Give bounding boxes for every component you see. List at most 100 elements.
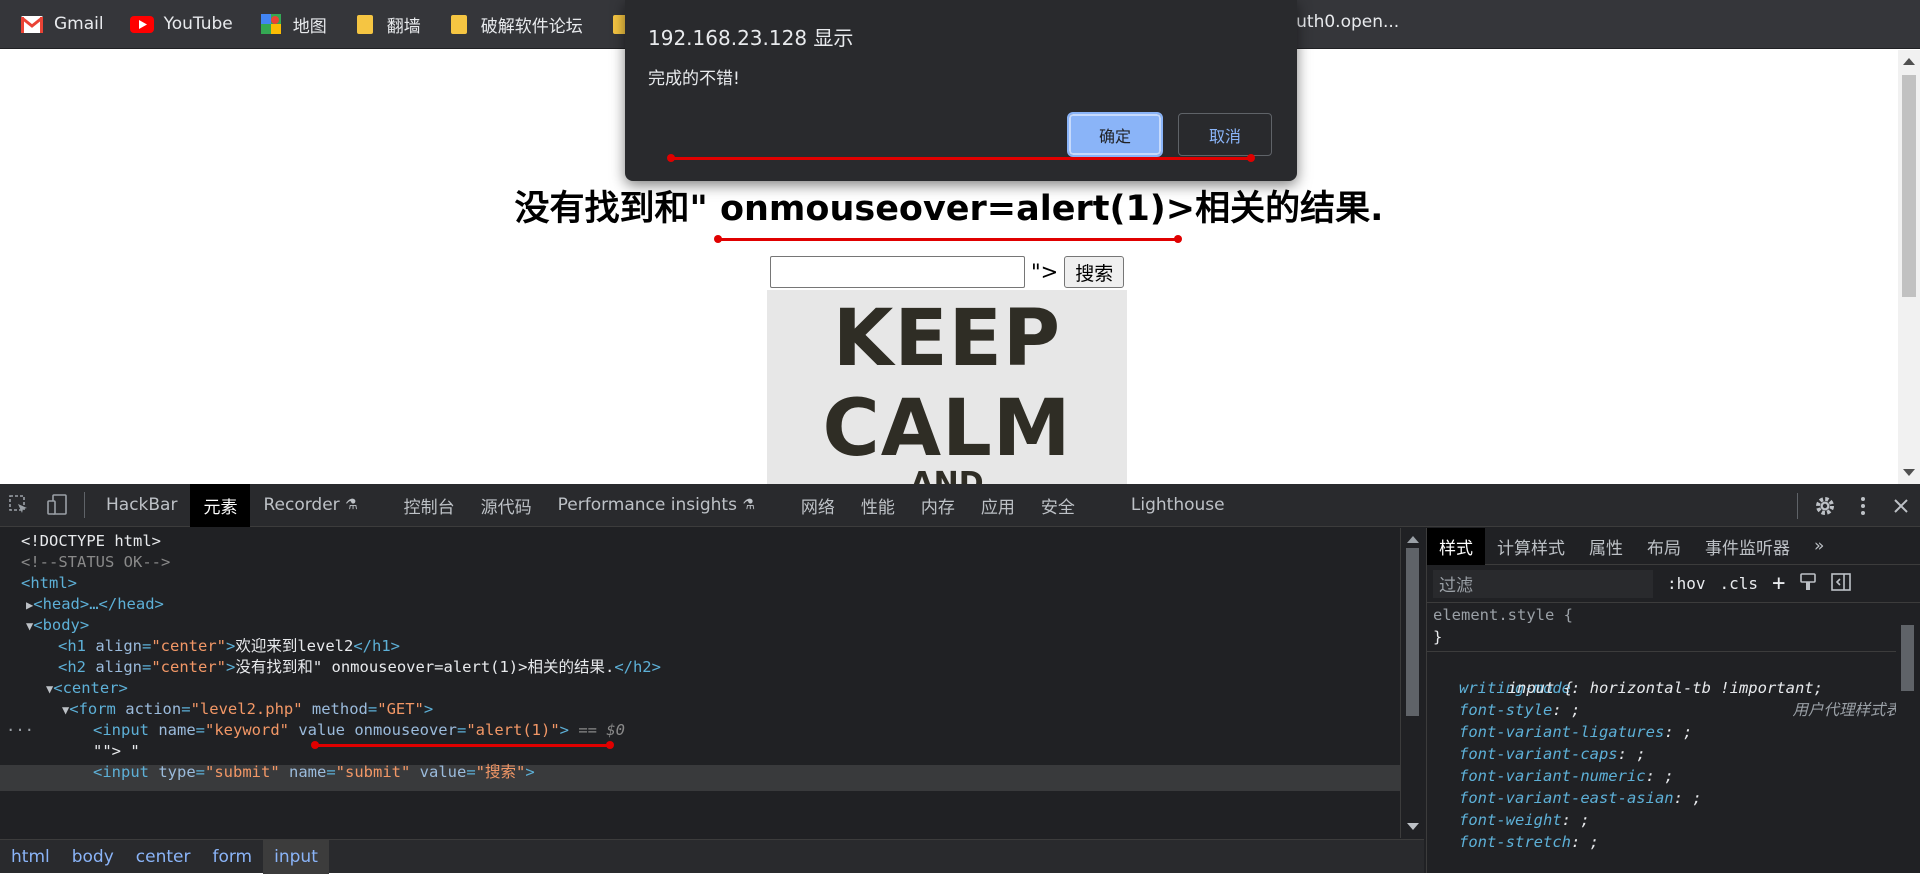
scroll-thumb[interactable]	[1406, 548, 1419, 716]
poster-line: KEEP	[832, 294, 1062, 384]
injected-text: ">	[1031, 260, 1059, 284]
poster-line: AND	[910, 466, 984, 485]
tab-properties[interactable]: 属性	[1577, 528, 1635, 565]
dom-node-input-selected[interactable]: <input name="keyword" value onmouseover=…	[93, 717, 625, 743]
tab-security[interactable]: 安全	[1028, 484, 1088, 527]
bookmark-youtube[interactable]: YouTube	[129, 14, 233, 34]
dialog-title: 192.168.23.128 显示	[648, 26, 854, 50]
css-property[interactable]: font-stretch: ;	[1427, 831, 1897, 853]
breadcrumb-body[interactable]: body	[61, 840, 125, 874]
annotation-underline	[714, 235, 1182, 243]
bookmark-label: 翻墙	[386, 16, 421, 37]
keyword-input[interactable]	[770, 256, 1025, 288]
css-property[interactable]: font-variant-east-asian: ;	[1427, 787, 1897, 809]
breadcrumb-input[interactable]: input	[263, 839, 329, 874]
alert-dialog: 192.168.23.128 显示 完成的不错! 确定 取消	[625, 0, 1297, 181]
tab-memory[interactable]: 内存	[908, 484, 968, 527]
close-icon[interactable]	[1882, 484, 1920, 527]
dialog-ok-button[interactable]: 确定	[1067, 112, 1163, 157]
dom-node[interactable]: <h2 align="center">没有找到和" onmouseover=al…	[58, 654, 661, 680]
element-style-selector[interactable]: element.style {	[1427, 604, 1897, 626]
head-node: <head>…</head>	[33, 595, 164, 613]
tab-network[interactable]: 网络	[788, 484, 848, 527]
bookmark-gmail[interactable]: Gmail	[20, 14, 104, 34]
tab-computed[interactable]: 计算样式	[1485, 528, 1577, 565]
styles-filter-bar: 过滤 :hov .cls +	[1427, 565, 1920, 603]
tab-hackbar[interactable]: HackBar	[93, 484, 190, 527]
search-form: "> 搜索	[770, 256, 1125, 288]
form-method: "GET"	[377, 700, 424, 718]
dialog-message: 完成的不错!	[648, 69, 740, 89]
gmail-icon	[20, 14, 44, 34]
filter-input[interactable]: 过滤	[1433, 569, 1653, 598]
css-property[interactable]: font-variant-ligatures: ;	[1427, 721, 1897, 743]
tab-recorder[interactable]: Recorder ⚗	[250, 484, 370, 527]
add-rule-icon[interactable]: +	[1772, 571, 1785, 596]
cls-toggle[interactable]: .cls	[1720, 574, 1759, 593]
annotation-underline	[667, 154, 1255, 162]
breadcrumb-form[interactable]: form	[201, 840, 263, 874]
bookmark-folder-fanqiang[interactable]: 翻墙	[353, 12, 421, 37]
styles-scrollbar[interactable]	[1896, 605, 1920, 873]
tab-styles[interactable]: 样式	[1427, 527, 1485, 565]
css-property[interactable]: font-variant-caps: ;	[1427, 743, 1897, 765]
more-tabs-icon[interactable]: »	[1802, 528, 1836, 565]
hov-toggle[interactable]: :hov	[1667, 574, 1706, 593]
tab-application[interactable]: 应用	[968, 484, 1028, 527]
toggle-sidebar-icon[interactable]	[1831, 572, 1852, 595]
tab-performance[interactable]: 性能	[848, 484, 908, 527]
scroll-thumb[interactable]	[1902, 75, 1916, 297]
breadcrumb-html[interactable]: html	[0, 840, 61, 874]
selected-marker: == $0	[578, 721, 626, 739]
scroll-down-arrow-icon[interactable]	[1407, 823, 1419, 830]
scroll-down-arrow-icon[interactable]	[1903, 469, 1915, 476]
submit-type: "submit"	[205, 763, 280, 781]
bookmark-truncated[interactable]: /auth0.open...	[1280, 12, 1399, 32]
style-rules: element.style { } input { 用户代理样式表 writin…	[1427, 604, 1901, 853]
page-scrollbar[interactable]	[1898, 50, 1920, 484]
tab-sources[interactable]: 源代码	[468, 484, 545, 527]
breadcrumb-center[interactable]: center	[125, 840, 202, 874]
scroll-up-arrow-icon[interactable]	[1903, 58, 1915, 65]
dialog-cancel-button[interactable]: 取消	[1178, 113, 1272, 156]
css-property[interactable]: font-variant-numeric: ;	[1427, 765, 1897, 787]
scroll-up-arrow-icon[interactable]	[1407, 536, 1419, 543]
annotation-underline	[311, 741, 614, 749]
tab-lighthouse[interactable]: Lighthouse	[1118, 484, 1238, 527]
bookmark-label: 地图	[292, 16, 327, 37]
styles-pane: 样式 计算样式 属性 布局 事件监听器 » 过滤 :hov .cls + ele…	[1426, 527, 1920, 873]
tab-elements[interactable]: 元素	[190, 483, 251, 527]
row-ellipsis[interactable]: ···	[6, 717, 34, 743]
tab-performance-insights[interactable]: Performance insights ⚗	[545, 484, 768, 527]
dom-tree: <!DOCTYPE html> <!--STATUS OK--> <html> …	[0, 528, 1400, 838]
poster-line: CALM	[822, 384, 1072, 474]
css-property[interactable]: font-weight: ;	[1427, 809, 1897, 831]
folder-icon	[447, 14, 471, 34]
rule-source: 用户代理样式表	[1792, 701, 1901, 719]
search-button[interactable]: 搜索	[1064, 256, 1125, 288]
tab-label: Recorder	[263, 495, 340, 515]
inspect-element-icon[interactable]	[0, 484, 38, 527]
tab-label: Performance insights	[557, 495, 737, 515]
folder-icon	[353, 14, 377, 34]
bookmark-label: 破解软件论坛	[480, 16, 583, 37]
tab-event-listeners[interactable]: 事件监听器	[1693, 528, 1802, 565]
bookmark-folder-pojie[interactable]: 破解软件论坛	[447, 12, 583, 37]
input-name: "keyword"	[205, 721, 289, 739]
device-toolbar-icon[interactable]	[38, 484, 76, 527]
body-node: <body>	[33, 616, 90, 634]
rule-selector[interactable]: input {	[1508, 679, 1573, 697]
paint-icon[interactable]	[1799, 572, 1817, 595]
tab-console[interactable]: 控制台	[391, 484, 468, 527]
dom-node[interactable]: <input type="submit" name="submit" value…	[93, 759, 535, 785]
bookmark-maps[interactable]: 地图	[259, 12, 327, 37]
dom-scrollbar[interactable]	[1400, 528, 1424, 838]
submit-name: "submit"	[335, 763, 411, 781]
scroll-thumb[interactable]	[1901, 625, 1914, 691]
tab-layout[interactable]: 布局	[1635, 528, 1693, 565]
form-action: "level2.php"	[190, 700, 303, 718]
gear-icon[interactable]	[1806, 484, 1844, 527]
devtools-tabbar: HackBar 元素 Recorder ⚗ 控制台 源代码 Performanc…	[0, 483, 1920, 527]
more-options-icon[interactable]	[1844, 484, 1882, 527]
keep-calm-image: KEEP CALM AND	[767, 290, 1127, 484]
